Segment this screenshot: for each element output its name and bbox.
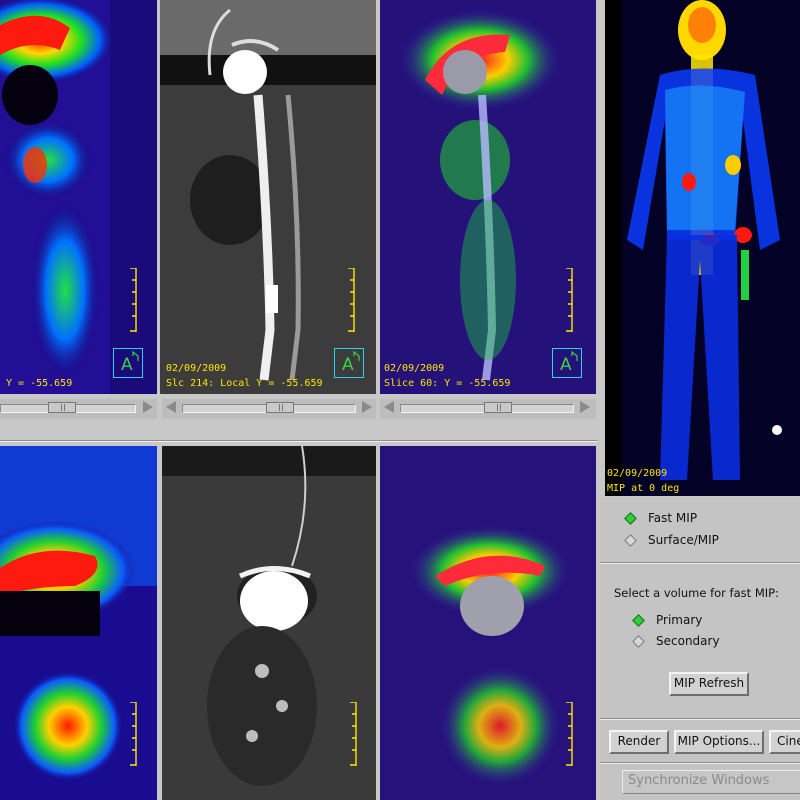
panel-divider [600, 718, 800, 720]
pet-viewport-top[interactable]: Y = -55.659 A [0, 0, 157, 394]
panel-divider [600, 762, 800, 764]
slice-info-text: Slc 214: Local Y = -55.659 [166, 378, 323, 389]
pet-image [0, 0, 157, 394]
mip-refresh-button[interactable]: MIP Refresh [669, 672, 749, 696]
fused-viewport-top[interactable]: 02/09/2009 Slice 60: Y = -55.659 A [380, 0, 596, 394]
ct-image [162, 446, 376, 800]
fused-viewport-bottom[interactable] [380, 446, 596, 800]
slice-scrollbar-pet[interactable] [0, 399, 157, 419]
scan-date-text: 02/09/2009 [607, 468, 668, 479]
scroll-right-icon[interactable] [580, 401, 590, 413]
radio-label: Fast MIP [648, 511, 698, 525]
cine-button[interactable]: Cine [769, 730, 800, 754]
render-button[interactable]: Render [609, 730, 669, 754]
scroll-thumb[interactable] [484, 402, 512, 413]
slice-scrollbar-ct[interactable] [162, 399, 376, 419]
ct-viewport-bottom[interactable] [162, 446, 376, 800]
svg-text:A: A [560, 355, 572, 375]
panel-divider [600, 562, 800, 564]
fused-image [380, 0, 596, 394]
scroll-left-icon[interactable] [384, 401, 394, 413]
orientation-badge[interactable]: A [552, 348, 582, 378]
slice-scrollbar-fused[interactable] [380, 399, 596, 419]
mip-control-panel: Fast MIP Surface/MIP Select a volume for… [600, 498, 800, 800]
scroll-right-icon[interactable] [362, 401, 372, 413]
slice-info-text: Y = -55.659 [6, 378, 73, 389]
radio-selected-icon [624, 512, 637, 525]
scroll-left-icon[interactable] [166, 401, 176, 413]
pet-viewport-bottom[interactable] [0, 446, 157, 800]
radio-label: Primary [656, 613, 703, 627]
svg-text:A: A [342, 355, 354, 375]
scroll-thumb[interactable] [266, 402, 294, 413]
mip-angle-text: MIP at 0 deg [607, 483, 680, 494]
radio-unselected-icon [624, 534, 637, 547]
mip-options-button[interactable]: MIP Options... [674, 730, 764, 754]
radio-selected-icon [632, 614, 645, 627]
radio-unselected-icon [632, 635, 645, 648]
radio-label: Surface/MIP [648, 533, 719, 547]
mip-viewport[interactable]: 02/09/2009 MIP at 0 deg [605, 0, 800, 496]
slice-info-text: Slice 60: Y = -55.659 [384, 378, 511, 389]
radio-label: Secondary [656, 634, 720, 648]
row-divider [0, 440, 598, 442]
synchronize-windows-toggle[interactable]: Synchronize Windows [622, 770, 800, 794]
svg-text:A: A [121, 355, 133, 375]
scroll-thumb[interactable] [48, 402, 76, 413]
orientation-badge[interactable]: A [334, 348, 364, 378]
ct-image [160, 0, 376, 394]
mip-whole-body-image [605, 0, 800, 496]
scan-date-text: 02/09/2009 [166, 363, 227, 374]
orientation-badge[interactable]: A [113, 348, 143, 378]
scroll-right-icon[interactable] [143, 401, 153, 413]
scan-date-text: 02/09/2009 [384, 363, 445, 374]
ct-viewport-top[interactable]: 02/09/2009 Slc 214: Local Y = -55.659 A [160, 0, 376, 394]
volume-select-prompt: Select a volume for fast MIP: [614, 586, 779, 600]
